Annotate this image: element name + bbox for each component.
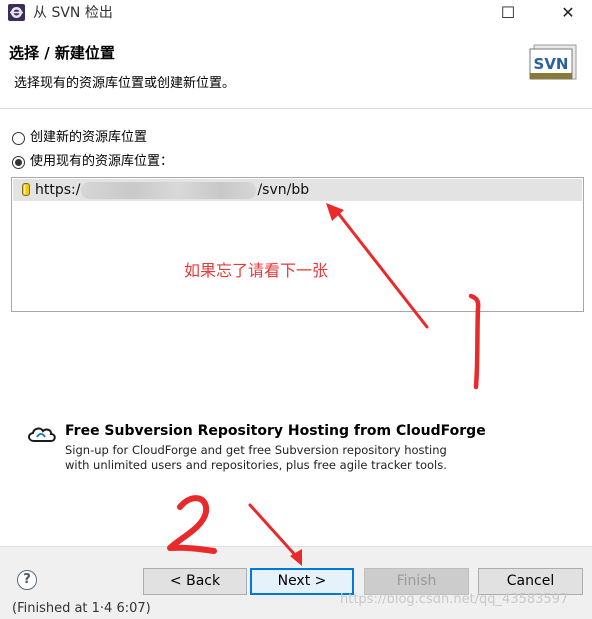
repository-url-prefix: https:/ bbox=[35, 182, 81, 198]
repository-url-suffix: /svn/bb bbox=[257, 182, 310, 198]
close-button[interactable]: ✕ bbox=[545, 0, 591, 26]
close-icon: ✕ bbox=[561, 3, 575, 22]
use-existing-location-radio[interactable]: 使用现有的资源库位置： bbox=[12, 153, 173, 171]
help-button[interactable]: ? bbox=[17, 570, 37, 590]
wizard-body: 创建新的资源库位置 使用现有的资源库位置： https:/ /svn/bb 如果… bbox=[0, 109, 592, 545]
cloudforge-description-line2: with unlimited users and repositories, p… bbox=[65, 458, 447, 472]
create-new-location-radio[interactable]: 创建新的资源库位置 bbox=[12, 129, 147, 147]
create-new-location-label: 创建新的资源库位置 bbox=[30, 130, 148, 145]
cancel-button[interactable]: Cancel bbox=[478, 568, 583, 595]
redacted-host bbox=[81, 181, 257, 199]
svg-text:SVN: SVN bbox=[534, 55, 569, 73]
maximize-button[interactable]: ☐ bbox=[485, 0, 531, 26]
finish-button[interactable]: Finish bbox=[364, 568, 469, 595]
title-bar: 从 SVN 检出 ☐ ✕ bbox=[0, 0, 592, 26]
repository-item[interactable]: https:/ /svn/bb bbox=[13, 179, 582, 201]
annotation-note: 如果忘了请看下一张 bbox=[184, 261, 329, 280]
cloudforge-icon bbox=[28, 427, 56, 442]
eclipse-app-icon bbox=[8, 4, 25, 21]
page-description: 选择现有的资源库位置或创建新位置。 bbox=[14, 76, 236, 91]
svn-checkout-dialog: 从 SVN 检出 ☐ ✕ 选择 / 新建位置 选择现有的资源库位置或创建新位置。… bbox=[0, 0, 592, 619]
back-button[interactable]: < Back bbox=[143, 568, 247, 595]
cloudforge-promo: Free Subversion Repository Hosting from … bbox=[25, 421, 545, 481]
cloudforge-description-line1: Sign-up for CloudForge and get free Subv… bbox=[65, 443, 447, 457]
use-existing-location-label: 使用现有的资源库位置： bbox=[30, 154, 174, 169]
svn-logo-icon: SVN bbox=[529, 44, 577, 80]
status-text-fragment: (Finished at 1·4 6:07) bbox=[12, 601, 151, 616]
wizard-header: 选择 / 新建位置 选择现有的资源库位置或创建新位置。 SVN bbox=[0, 26, 592, 109]
cloudforge-title[interactable]: Free Subversion Repository Hosting from … bbox=[65, 422, 486, 440]
repository-list[interactable]: https:/ /svn/bb 如果忘了请看下一张 bbox=[11, 177, 584, 312]
radio-unchecked[interactable] bbox=[12, 131, 25, 145]
next-button[interactable]: Next > bbox=[250, 568, 354, 595]
radio-checked[interactable] bbox=[12, 155, 25, 169]
maximize-icon: ☐ bbox=[500, 3, 516, 22]
repository-icon bbox=[22, 183, 30, 196]
help-icon: ? bbox=[23, 572, 31, 587]
watermark: https://blog.csdn.net/qq_43583597 bbox=[340, 592, 569, 607]
page-title: 选择 / 新建位置 bbox=[9, 44, 115, 62]
window-title: 从 SVN 检出 bbox=[33, 5, 113, 21]
repository-url: https:/ /svn/bb bbox=[35, 181, 309, 199]
